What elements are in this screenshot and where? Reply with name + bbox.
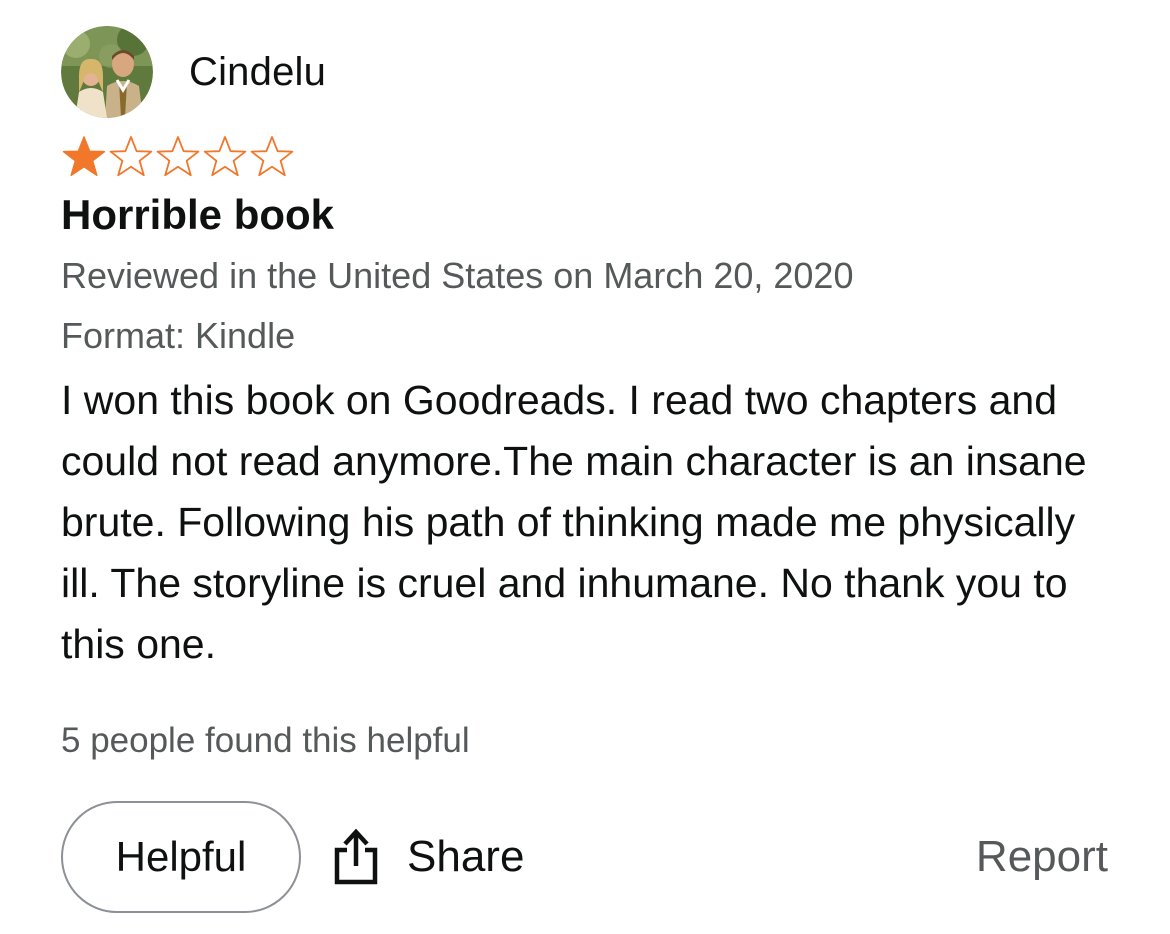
review-format: Format: Kindle xyxy=(61,315,296,356)
star-icon xyxy=(109,136,153,177)
review-date: Reviewed in the United States on March 2… xyxy=(61,255,854,296)
star-icon xyxy=(156,136,200,177)
reviewer-profile[interactable]: Cindelu xyxy=(61,26,1121,118)
star-icon xyxy=(203,136,247,177)
review-actions: Helpful Share Report xyxy=(61,799,1121,915)
star-icon xyxy=(250,136,294,177)
review-title: Horrible book xyxy=(61,191,335,238)
avatar[interactable] xyxy=(61,26,153,118)
helpful-button[interactable]: Helpful xyxy=(61,801,301,913)
review-body: I won this book on Goodreads. I read two… xyxy=(61,377,1087,667)
star-rating xyxy=(61,136,1121,177)
share-label: Share xyxy=(407,832,525,881)
share-button[interactable]: Share xyxy=(331,828,524,886)
helpful-count: 5 people found this helpful xyxy=(61,721,470,760)
share-icon xyxy=(334,828,378,885)
report-link[interactable]: Report xyxy=(976,832,1108,882)
review-card: Cindelu Horrible book Reviewed in the Un… xyxy=(61,26,1121,915)
reviewer-name[interactable]: Cindelu xyxy=(189,50,326,95)
star-icon xyxy=(62,136,106,176)
